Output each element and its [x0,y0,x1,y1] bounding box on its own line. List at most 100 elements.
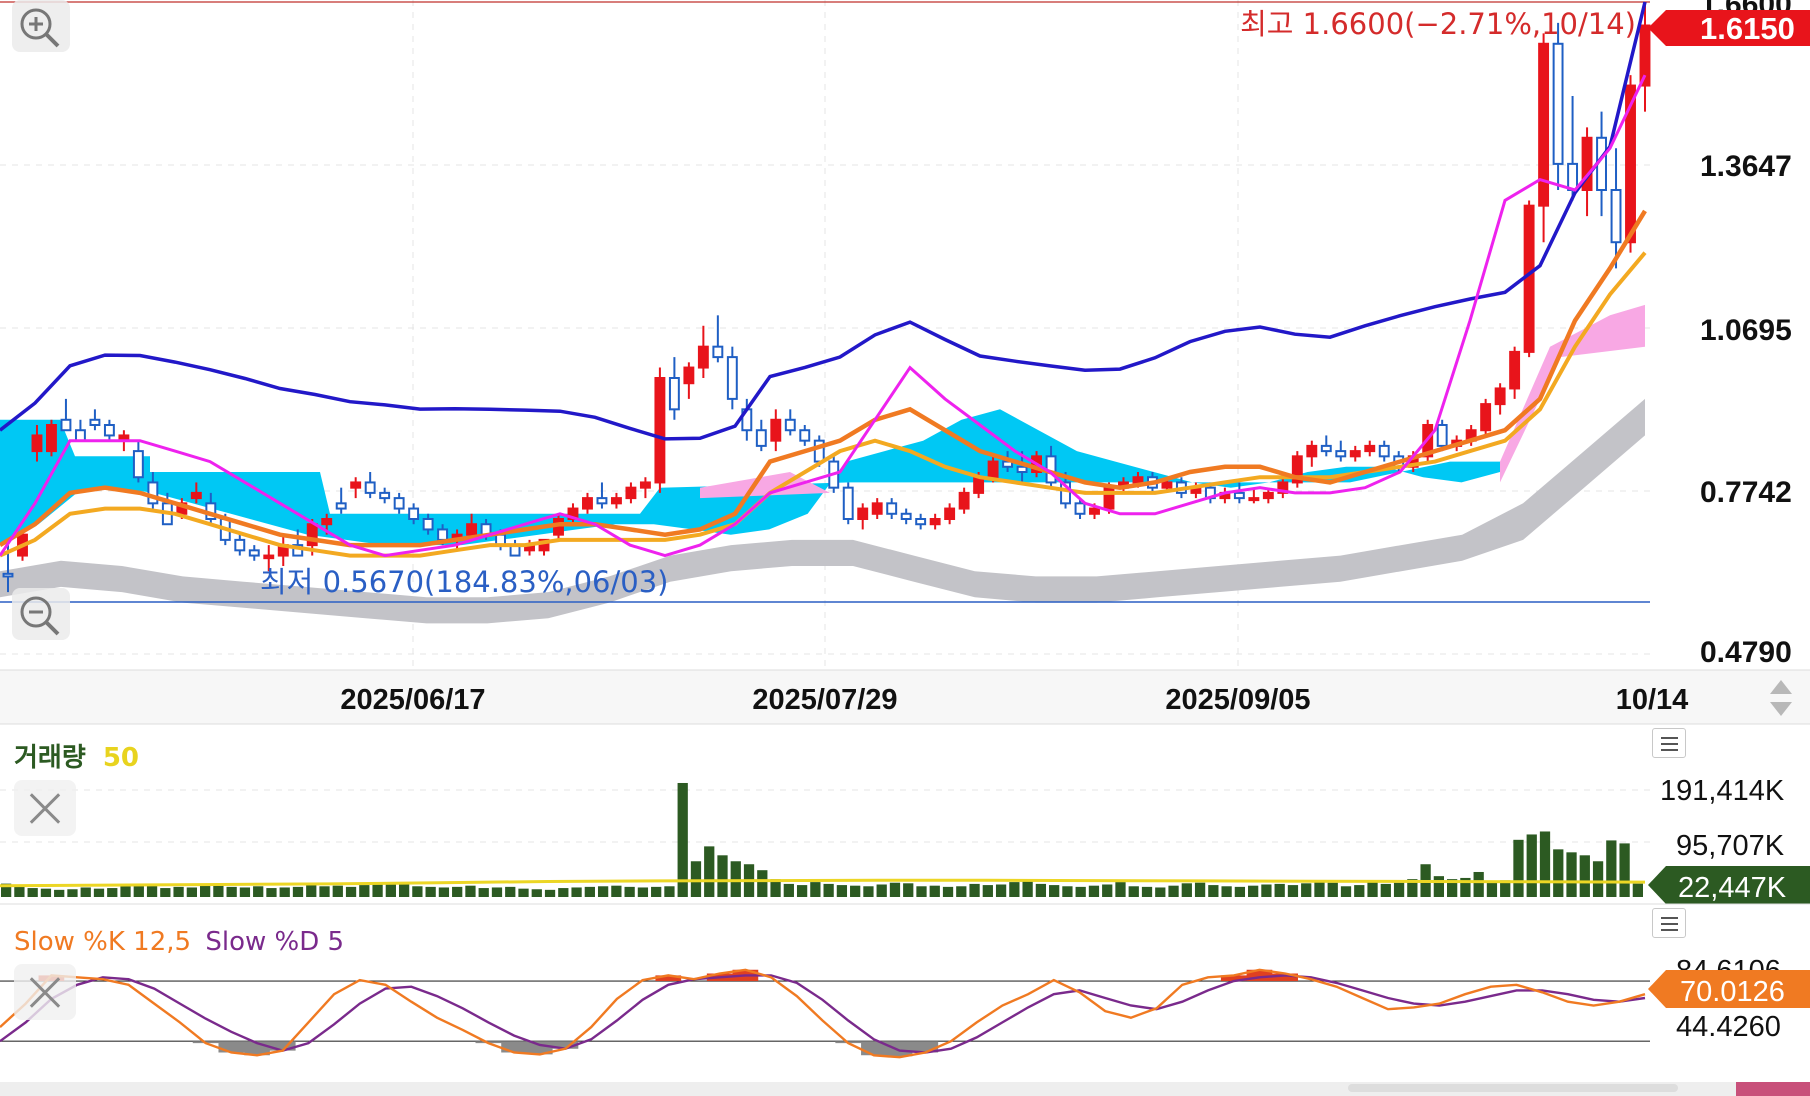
candle-body [1233,491,1245,500]
candle-body [408,507,420,520]
volume-bar [704,846,715,897]
candle-body [147,481,159,505]
candle-body [422,518,434,531]
slow-k-title: Slow %K 12,5 [14,927,191,957]
volume-bar [226,886,237,897]
volume-current-label: 22,447K [1678,872,1787,904]
candle-body [1509,350,1521,390]
volume-bar [1141,886,1153,897]
volume-bar [319,886,330,897]
volume-bar [730,861,741,897]
candle-body [1480,403,1492,432]
volume-bar [690,861,702,897]
candle-body [915,518,927,526]
candle-body [31,434,43,453]
candle-body [625,486,637,500]
candle-body [842,486,854,520]
volume-bar [266,888,277,897]
volume-bar [611,885,622,897]
stock-chart-canvas[interactable]: 1.6600 1.3647 1.0695 0.7742 0.4790 1.615… [0,0,1810,1096]
volume-bar [1486,881,1498,897]
volume-bar [1301,883,1312,897]
volume-bar [491,887,503,897]
volume-bar [850,885,861,897]
volume-tick-2: 95,707K [1676,830,1785,862]
candle-body [987,460,999,479]
candle-body [74,429,86,442]
candle-body [929,518,941,526]
zoom-in-icon [20,8,60,48]
volume-bar [783,883,794,897]
volume-bar [597,886,609,897]
current-price-label: 1.6150 [1700,11,1795,46]
axis-scroll-arrows-icon[interactable] [1766,676,1796,720]
volume-bar [903,883,914,897]
candle-body [190,491,202,500]
volume-bar [505,886,516,897]
volume-bar [1102,884,1113,897]
volume-bar [969,883,980,897]
volume-bar [160,888,171,897]
stochastic-menu-button[interactable] [1652,908,1686,938]
volume-bar [531,889,542,897]
volume-menu-button[interactable] [1652,728,1686,758]
candle-body [46,424,57,453]
volume-close-button[interactable] [14,780,76,836]
candle-body [1567,162,1579,191]
volume-bar [1088,885,1100,897]
candle-body [1262,491,1274,500]
volume-bar [173,886,184,897]
volume-bar [1513,839,1524,897]
candle-body [1320,444,1332,453]
volume-bar [1592,861,1604,897]
volume-bar [1340,886,1352,897]
candle-body [871,502,883,515]
zoom-out-button[interactable] [12,588,70,640]
candle-body [944,507,956,520]
volume-bar [1287,885,1299,897]
volume-bar [624,886,635,897]
volume-bar [889,882,901,897]
volume-bar [1579,855,1590,897]
volume-bar [332,885,343,897]
candle-body [1248,497,1260,502]
volume-bar [1526,834,1537,897]
stochastic-close-button[interactable] [14,964,76,1020]
volume-bar [80,887,91,897]
time-tick-4: 10/14 [1616,684,1689,716]
volume-bar [1181,883,1192,897]
volume-bar [465,885,476,897]
candle-body [1610,189,1622,244]
candle-body [248,549,260,557]
candle-body [900,512,912,520]
candle-body [712,345,724,359]
volume-bar [478,888,489,897]
volume-bar [1115,882,1126,897]
candle-body [668,377,680,411]
candle-body [770,418,782,442]
volume-bar [1035,883,1047,897]
volume-bar [67,889,78,897]
candle-body [1161,481,1173,489]
zoom-in-button[interactable] [12,0,70,52]
candle-body [726,356,738,400]
volume-bar [1632,883,1643,897]
volume-bar [1473,871,1484,897]
volume-bar [863,886,874,897]
candle-body [1132,476,1144,484]
volume-bar [942,886,954,897]
volume-bar [425,886,436,897]
volume-bar [14,886,25,897]
slow-d-title: Slow %D 5 [205,927,344,957]
volume-bar [1248,885,1259,897]
stoch-tick-2: 44.4260 [1676,1011,1781,1043]
price-tick-2: 1.3647 [1700,150,1792,183]
horizontal-scrollbar[interactable] [0,1082,1810,1096]
volume-bar [956,886,967,897]
candle-body [1074,502,1086,515]
volume-bar [1327,882,1338,897]
volume-bar [836,885,848,897]
time-axis-band [0,670,1810,724]
candle-body [857,507,869,520]
scrollbar-thumb[interactable] [1348,1084,1678,1092]
